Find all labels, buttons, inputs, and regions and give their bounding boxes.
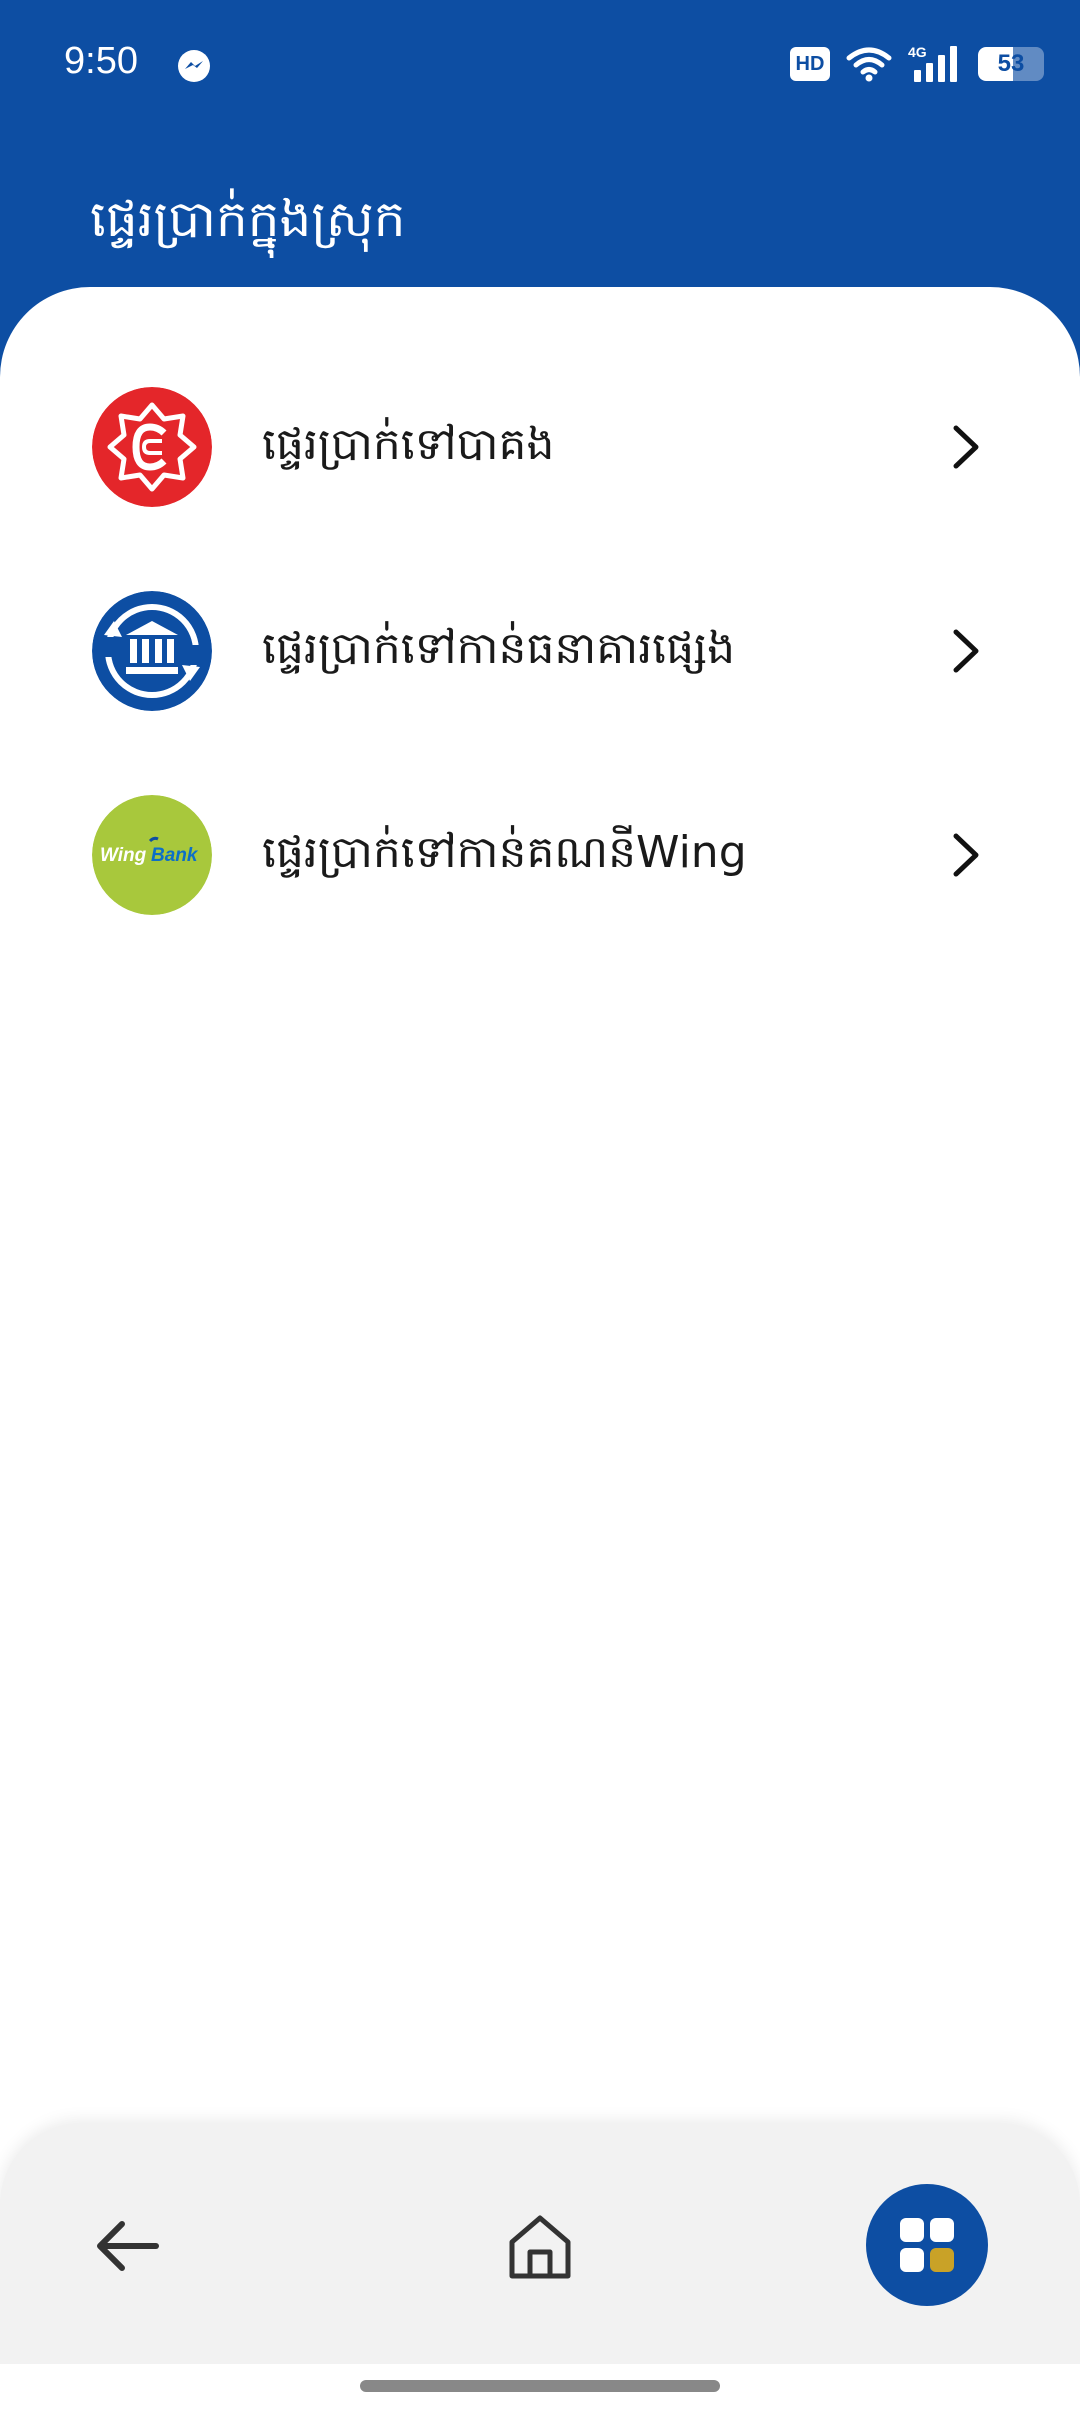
messenger-icon (178, 50, 210, 82)
back-arrow-icon[interactable] (90, 2206, 170, 2286)
menu-item-wing[interactable]: Wing Bank ផ្ទេរប្រាក់ទៅកាន់គណនីWing (0, 775, 1080, 935)
menu-item-label: ផ្ទេរប្រាក់ទៅបាគង (262, 419, 555, 470)
status-icons: HD 4G 53 (790, 42, 1044, 86)
wing-logo-text: Wing (100, 845, 147, 866)
bank-logo-text: Bank (151, 845, 199, 866)
apps-grid-button[interactable] (866, 2184, 988, 2306)
network-type-label: 4G (908, 44, 927, 60)
status-bar: 9:50 HD 4G 53 (0, 0, 1080, 128)
page-title: ផ្ទេរប្រាក់ក្នុងស្រុក (90, 190, 406, 248)
bank-transfer-icon (92, 591, 212, 711)
gesture-handle[interactable] (360, 2380, 720, 2392)
menu-item-label: ផ្ទេរប្រាក់ទៅកាន់គណនីWing (262, 827, 747, 878)
battery-icon: 53 (978, 47, 1044, 81)
hd-badge: HD (790, 47, 830, 81)
chevron-right-icon (953, 833, 979, 877)
wing-bank-logo-icon: Wing Bank (92, 795, 212, 915)
menu-item-other-bank[interactable]: ផ្ទេរប្រាក់ទៅកាន់ធនាគារផ្សេង (0, 571, 1080, 731)
status-time: 9:50 (64, 40, 138, 82)
content-panel: ផ្ទេរប្រាក់ទៅបាគង ផ្ទេរប្រាក់ទៅកាន់ធនាគា… (0, 287, 1080, 2414)
battery-level: 53 (997, 50, 1025, 77)
chevron-right-icon (953, 425, 979, 469)
bakong-logo-icon (92, 387, 212, 507)
menu-item-bakong[interactable]: ផ្ទេរប្រាក់ទៅបាគង (0, 367, 1080, 527)
chevron-right-icon (953, 629, 979, 673)
cellular-signal-icon: 4G (908, 44, 957, 82)
apps-grid-icon (900, 2218, 954, 2272)
home-icon[interactable] (500, 2206, 580, 2286)
wifi-icon (846, 47, 892, 82)
menu-item-label: ផ្ទេរប្រាក់ទៅកាន់ធនាគារផ្សេង (262, 623, 736, 674)
